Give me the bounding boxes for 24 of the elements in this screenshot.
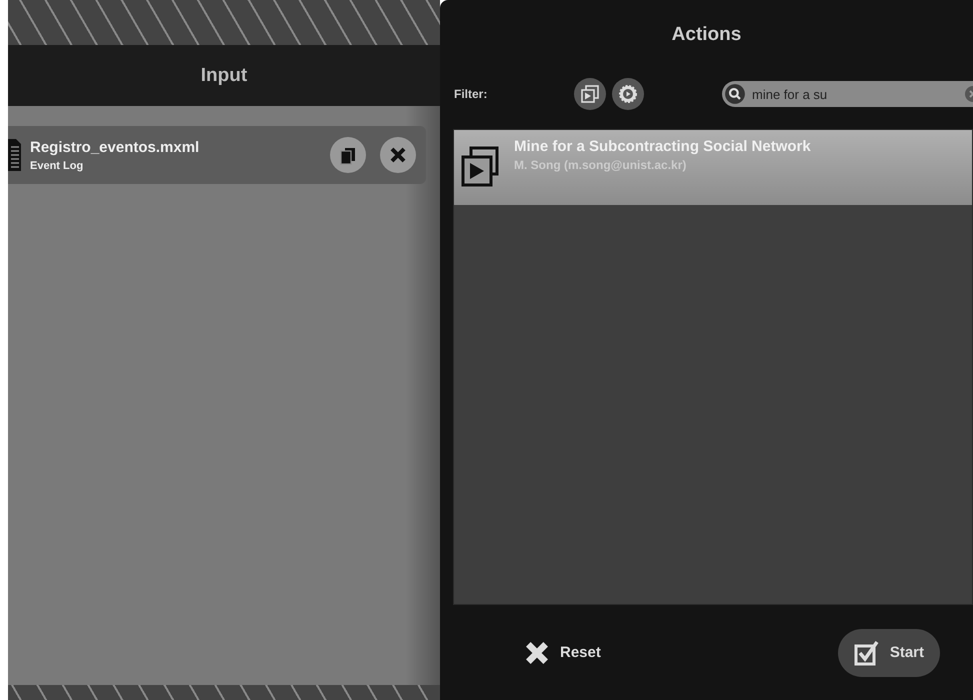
filter-toggle[interactable] — [574, 78, 606, 110]
file-type: Event Log — [30, 160, 84, 172]
reset-button[interactable]: Reset — [508, 628, 617, 676]
play-icon — [580, 84, 600, 104]
search-field[interactable]: mine for a su — [722, 81, 973, 107]
panel-title: Actions — [670, 23, 742, 47]
start-button[interactable]: Start — [838, 628, 940, 676]
filter-label: Filter: — [454, 87, 488, 101]
close-icon — [524, 640, 550, 666]
gear-icon — [618, 84, 638, 104]
search-icon — [724, 83, 746, 105]
action-title: Mine for a Subcontracting Social Network — [514, 138, 811, 155]
play-icon — [460, 146, 500, 188]
close-icon — [388, 145, 408, 165]
remove-button[interactable] — [380, 137, 416, 173]
filter-toggle[interactable] — [612, 78, 644, 110]
copy-icon — [338, 145, 358, 165]
search-input[interactable]: mine for a su — [746, 86, 965, 102]
copy-button[interactable] — [330, 137, 366, 173]
checkbox-icon — [854, 640, 880, 666]
input-item[interactable]: Registro_eventos.mxml Event Log — [8, 126, 426, 184]
document-icon — [8, 137, 22, 173]
panel-title: Input — [200, 64, 248, 86]
file-name: Registro_eventos.mxml — [30, 138, 200, 156]
